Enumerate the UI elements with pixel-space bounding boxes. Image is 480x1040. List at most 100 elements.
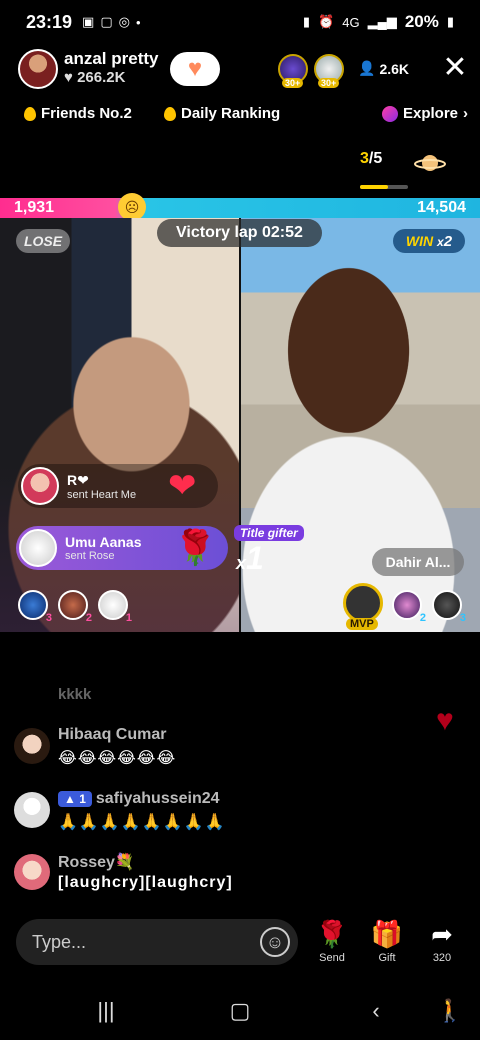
tab-explore-label: Explore — [403, 105, 459, 122]
flame-icon — [24, 106, 36, 121]
chat-message: Hibaaq Cumar 😂😂😂😂😂😂 — [14, 726, 434, 770]
left-score: 1,931 — [14, 199, 55, 216]
notification-icons: ▣ ▢ ◎ • — [82, 14, 141, 30]
gifter-avatar[interactable] — [19, 529, 57, 567]
signal-icon: ▂▄▆ — [367, 14, 397, 29]
user-level: 1 — [79, 792, 86, 806]
left-top-gifter[interactable]: 3 — [18, 590, 52, 624]
title-gifter-badge: Title gifter — [234, 525, 304, 541]
recents-icon[interactable]: ||| — [86, 998, 126, 1028]
comment-input[interactable]: Type... ☺ — [16, 919, 298, 965]
heart-gift-icon: ❤ — [168, 467, 197, 505]
accessibility-icon[interactable]: 🚶 — [430, 998, 470, 1028]
gifter-avatar[interactable] — [21, 467, 59, 505]
share-button[interactable]: ➦ 320 — [422, 918, 462, 964]
chat-text: 🙏🙏🙏🙏🙏🙏🙏🙏 — [58, 814, 226, 831]
mvp-tag: MVP — [346, 618, 378, 630]
share-icon: ➦ — [431, 919, 453, 949]
rose-gift-icon: 🌹 — [174, 529, 217, 567]
host-name[interactable]: anzal pretty — [64, 49, 158, 69]
right-top-gifter[interactable]: 3 — [432, 590, 466, 624]
top-viewer-avatar[interactable]: 30+ — [278, 54, 308, 88]
chat-username[interactable]: Hibaaq Cumar — [58, 726, 166, 744]
win-multiplier-x: x — [437, 235, 444, 249]
rank-number: 2 — [419, 612, 426, 624]
status-time: 23:19 — [26, 11, 73, 32]
combo-x: x — [236, 553, 247, 573]
sad-face-icon: ☹ — [118, 193, 146, 221]
host-likes: ♥ 266.2K — [64, 69, 125, 86]
gift-icon: 🎁 — [370, 919, 404, 949]
right-top-gifter[interactable]: 2 — [392, 590, 426, 624]
send-label: Send — [319, 952, 345, 964]
chat-username[interactable]: Rossey💐 — [58, 852, 135, 872]
chat-message: ▲ 1 safiyahussein24 🙏🙏🙏🙏🙏🙏🙏🙏 — [14, 790, 434, 834]
chat-avatar[interactable] — [14, 728, 50, 764]
chat-avatar[interactable] — [14, 854, 50, 890]
send-rose-button[interactable]: 🌹 Send — [312, 918, 352, 964]
gift-action: sent Heart Me — [67, 488, 137, 501]
tab-row: Friends No.2 Daily Ranking Explore › — [0, 100, 480, 130]
heart-plus-icon: ♥ — [187, 55, 203, 82]
share-count: 320 — [432, 952, 452, 964]
win-badge: WIN x2 — [393, 229, 465, 253]
emoji-icon[interactable]: ☺ — [260, 927, 290, 957]
rank-number: 1 — [125, 612, 132, 624]
lose-badge: LOSE — [16, 229, 70, 253]
follow-button[interactable]: ♥ — [170, 52, 220, 86]
gifter-name: Umu Aanas — [65, 534, 142, 550]
tab-explore[interactable]: Explore › — [382, 105, 468, 122]
viewer-level-badge: 30+ — [318, 78, 340, 88]
rank-number: 2 — [85, 612, 92, 624]
right-score: 14,504 — [417, 199, 466, 216]
chat-avatar[interactable] — [14, 792, 50, 828]
page-progress-fill — [360, 185, 388, 189]
home-icon[interactable]: ▢ — [220, 998, 260, 1028]
combo-count: 1 — [246, 540, 264, 576]
back-icon[interactable]: ‹ — [356, 998, 396, 1028]
rose-icon: 🌹 — [315, 919, 349, 949]
tab-friends[interactable]: Friends No.2 — [24, 105, 132, 122]
battery-icon: ▮ — [446, 14, 454, 29]
whatsapp-icon: ◎ — [118, 14, 130, 29]
network-label: 4G — [342, 14, 360, 30]
host-likes-count: 266.2K — [77, 69, 126, 86]
opponent-host-name[interactable]: Dahir Al... — [372, 548, 464, 576]
tab-friends-label: Friends No.2 — [41, 105, 132, 122]
gift-label: Gift — [378, 952, 396, 964]
host-row: anzal pretty ♥ 266.2K ♥ 30+ 30+ 👤 2.6K ✕ — [0, 46, 480, 92]
planet-icon[interactable] — [414, 152, 446, 174]
floating-heart-icon: ♥ — [436, 704, 454, 737]
viewer-count[interactable]: 👤 2.6K — [358, 60, 409, 77]
close-button[interactable]: ✕ — [440, 53, 470, 84]
user-level-badge: ▲ 1 — [58, 791, 92, 807]
alarm-icon: ⏰ — [318, 14, 335, 29]
left-top-gifter[interactable]: 1 — [98, 590, 132, 624]
gift-toast-text: R❤ sent Heart Me — [67, 472, 136, 501]
screenshot-icon: ▢ — [100, 14, 113, 29]
right-mvp-gifter[interactable]: MVP — [343, 583, 383, 630]
viewer-count-label: 2.6K — [379, 60, 410, 77]
chat-text: 😂😂😂😂😂😂 — [58, 750, 177, 767]
gift-action: sent Rose — [65, 550, 115, 562]
gift-toast-text: Umu Aanas sent Rose — [65, 534, 142, 562]
left-top-gifter[interactable]: 2 — [58, 590, 92, 624]
chevron-right-icon: › — [463, 105, 469, 122]
chat-username: safiyahussein24 — [95, 790, 220, 807]
lock-icon: ▮ — [302, 14, 311, 29]
victory-lap-timer: Victory lap 02:52 — [157, 219, 322, 247]
person-icon: 👤 — [358, 60, 376, 76]
tab-daily-ranking[interactable]: Daily Ranking — [164, 105, 280, 122]
gift-button[interactable]: 🎁 Gift — [367, 918, 407, 964]
heart-icon: ♥ — [64, 69, 73, 86]
flame-icon — [164, 106, 176, 121]
comment-placeholder: Type... — [32, 932, 87, 952]
battery-percent: 20% — [404, 12, 439, 31]
host-avatar[interactable] — [18, 49, 58, 89]
gift-toast: R❤ sent Heart Me ❤ — [18, 464, 218, 508]
top-viewer-avatar[interactable]: 30+ — [314, 54, 344, 88]
chat-username-row[interactable]: ▲ 1 safiyahussein24 — [58, 790, 220, 808]
gifter-name: R❤ — [67, 471, 89, 488]
rank-number: 3 — [459, 612, 466, 624]
dot-icon: • — [135, 14, 141, 30]
